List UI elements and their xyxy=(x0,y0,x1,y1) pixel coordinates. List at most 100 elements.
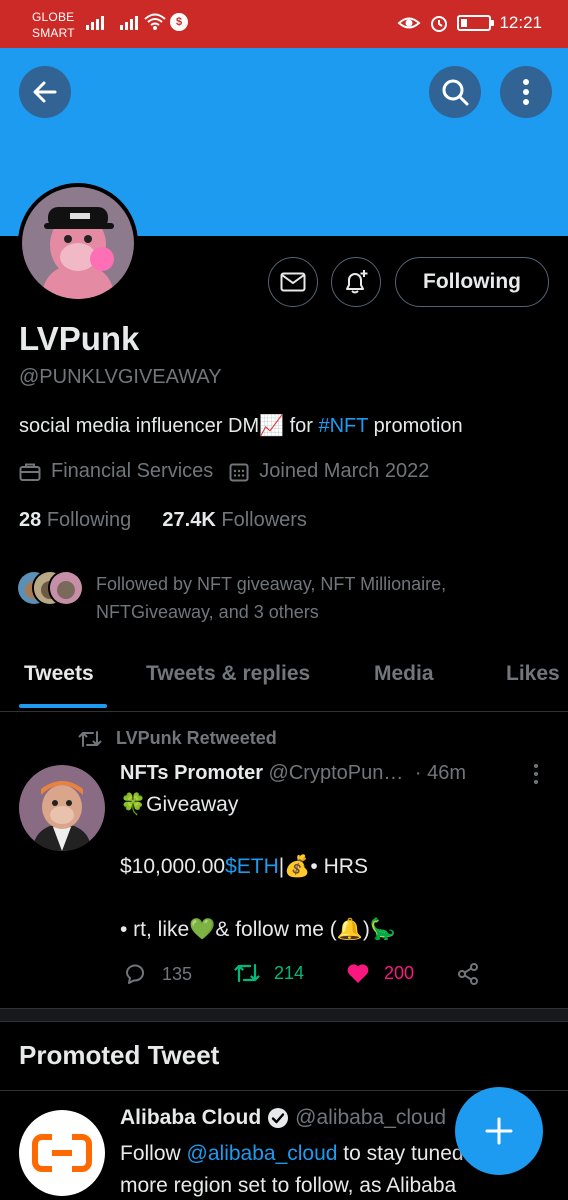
profile-category: Financial Services xyxy=(51,460,214,482)
carrier-line-1: GLOBE xyxy=(32,10,75,24)
following-button[interactable]: Following xyxy=(395,257,549,307)
briefcase-icon xyxy=(19,463,41,481)
back-button[interactable] xyxy=(19,66,71,118)
more-vertical-icon[interactable] xyxy=(528,762,544,786)
reply-count: 135 xyxy=(162,963,193,984)
more-vertical-icon xyxy=(523,79,529,105)
hashtag-link[interactable]: #NFT xyxy=(318,415,368,437)
profile-handle: @PUNKLVGIVEAWAY xyxy=(19,366,222,388)
retweet-count: 214 xyxy=(274,962,305,983)
alibaba-avatar[interactable] xyxy=(19,1110,105,1196)
promoted-tweet-header: Promoted Tweet xyxy=(19,1040,220,1070)
tweet-text: $10,000.00 xyxy=(120,855,226,878)
ape-avatar-image xyxy=(22,187,134,299)
carrier-name: GLOBE SMART xyxy=(32,9,75,41)
chart-emoji: 📈 xyxy=(259,415,285,437)
tweet-text: • rt, like xyxy=(120,918,190,941)
envelope-icon xyxy=(280,272,306,292)
section-divider xyxy=(0,1008,568,1022)
profile-bio: social media influencer DM📈 for #NFT pro… xyxy=(19,413,463,438)
following-stat[interactable]: 28 Following xyxy=(19,509,131,531)
s-app-icon: $ xyxy=(170,13,188,31)
message-button[interactable] xyxy=(268,257,318,307)
tweet-actions: 135 214 200 xyxy=(124,962,544,992)
green-heart-emoji: 💚 xyxy=(189,918,216,941)
following-label: Following xyxy=(46,509,132,531)
search-icon xyxy=(442,79,469,106)
share-button[interactable] xyxy=(456,962,480,986)
bell-emoji: 🔔 xyxy=(336,918,363,941)
plus-icon xyxy=(485,1117,513,1145)
bell-plus-icon xyxy=(346,270,368,294)
tab-media[interactable]: Media xyxy=(374,662,434,686)
bio-text: promotion xyxy=(368,415,463,437)
tweet-author-handle: @CryptoPun… xyxy=(268,762,404,784)
alibaba-cloud-logo-icon xyxy=(32,1134,92,1172)
alarm-icon xyxy=(431,16,448,32)
avatar xyxy=(48,570,84,606)
tweet-text-line: $10,000.00 $ETH | 💰 • HRS xyxy=(120,855,368,879)
profile-tabs: Tweets Tweets & replies Media Likes xyxy=(0,650,568,712)
profile-avatar[interactable] xyxy=(18,183,138,303)
battery-icon xyxy=(457,15,495,31)
more-options-button[interactable] xyxy=(500,66,552,118)
clock: 12:21 xyxy=(499,13,542,32)
verified-badge-icon xyxy=(268,1108,289,1128)
tweet-text: • HRS xyxy=(310,855,368,878)
promoted-author-name: Alibaba Cloud xyxy=(120,1106,262,1129)
clover-emoji: 🍀 xyxy=(120,793,147,816)
profile-name: LVPunk xyxy=(19,320,140,357)
signal-icon xyxy=(86,14,104,30)
tweet-author[interactable]: NFTs Promoter @CryptoPun… · 46m xyxy=(120,762,466,785)
tweet-text-line: • rt, like 💚 & follow me (🔔) 🦕 xyxy=(120,918,396,942)
following-count: 28 xyxy=(19,509,42,531)
retweet-context: LVPunk Retweeted xyxy=(78,728,277,749)
reply-button[interactable]: 135 xyxy=(124,962,192,986)
tab-likes[interactable]: Likes xyxy=(506,662,560,686)
reply-icon xyxy=(125,964,144,984)
compose-tweet-button[interactable] xyxy=(455,1087,543,1175)
join-date: Joined March 2022 xyxy=(259,460,430,482)
tab-tweets-replies[interactable]: Tweets & replies xyxy=(146,662,310,686)
dinosaur-emoji: 🦕 xyxy=(369,918,397,941)
eye-icon xyxy=(397,17,421,29)
promoted-author[interactable]: Alibaba Cloud @alibaba_cloud xyxy=(120,1106,446,1130)
tweet-author-name: NFTs Promoter xyxy=(120,762,263,784)
retweet-button[interactable]: 214 xyxy=(234,962,304,984)
search-button[interactable] xyxy=(429,66,481,118)
signal-icon xyxy=(120,14,138,30)
promoted-text-part: Follow xyxy=(120,1142,187,1165)
followers-count: 27.4K xyxy=(162,509,216,531)
share-icon xyxy=(458,963,478,985)
carrier-line-2: SMART xyxy=(32,26,75,40)
retweeted-by-label[interactable]: LVPunk Retweeted xyxy=(116,728,277,749)
bio-text: for xyxy=(284,415,319,437)
tweet-time: · 46m xyxy=(414,762,467,784)
followers-stat[interactable]: 27.4K Followers xyxy=(162,509,307,531)
heart-filled-icon xyxy=(347,964,369,983)
promoted-author-handle: @alibaba_cloud xyxy=(295,1106,447,1129)
bio-text: social media influencer DM xyxy=(19,415,260,437)
calendar-icon xyxy=(229,463,249,481)
tab-tweets[interactable]: Tweets xyxy=(24,662,94,686)
wifi-icon xyxy=(144,13,166,30)
ape-avatar-image xyxy=(19,765,105,851)
profile-meta: Financial Services Joined March 2022 xyxy=(19,460,429,483)
mention-link[interactable]: @alibaba_cloud xyxy=(187,1142,338,1165)
mutual-followers-avatars[interactable] xyxy=(16,570,84,606)
like-button[interactable]: 200 xyxy=(346,962,414,984)
retweet-icon xyxy=(234,963,260,983)
arrow-left-icon xyxy=(33,81,57,103)
tweet-text: Giveaway xyxy=(146,793,239,816)
followed-by-text[interactable]: Followed by NFT giveaway, NFT Millionair… xyxy=(96,570,536,626)
notifications-button[interactable] xyxy=(331,257,381,307)
tweet-text: ) xyxy=(362,918,370,941)
status-bar: GLOBE SMART $ 12:21 xyxy=(0,0,568,48)
cashtag-link[interactable]: $ETH xyxy=(225,855,279,879)
followers-label: Followers xyxy=(221,509,307,531)
active-tab-indicator xyxy=(19,704,107,708)
tweet-author-avatar[interactable] xyxy=(19,765,105,851)
status-right: 12:21 xyxy=(397,13,542,33)
tweet-text: & follow me ( xyxy=(215,918,337,941)
tweet-text-line: 🍀 Giveaway xyxy=(120,793,238,817)
